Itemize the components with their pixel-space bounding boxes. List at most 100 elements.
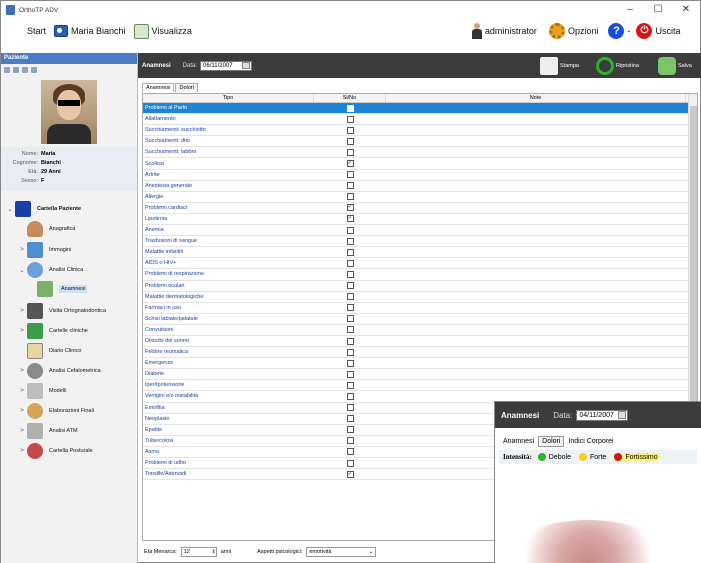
tree-item-anamnesi[interactable]: Anamnesi [37, 281, 88, 297]
exit-menu[interactable]: ⏻ Uscita [633, 20, 683, 42]
tree-item-analisi-clinica[interactable]: ⌄ Analisi Clinica [17, 262, 83, 278]
checkbox[interactable] [346, 226, 354, 234]
table-row[interactable]: AIDS o HIV+ [143, 258, 697, 270]
table-row[interactable]: Scoliosi ✓ [143, 158, 697, 170]
psico-select[interactable]: emotività ⌄ [306, 547, 377, 557]
table-row[interactable]: Trasfusioni di sangue [143, 236, 697, 248]
table-row[interactable]: Allergie [143, 192, 697, 203]
view-menu[interactable]: Visualizza [131, 20, 195, 42]
expander-icon[interactable]: ⌄ [5, 206, 15, 213]
checkbox[interactable] [346, 171, 354, 179]
overlay-tab-anamnesi[interactable]: Anamnesi [499, 436, 538, 447]
table-row[interactable]: Farmaci in uso [143, 303, 697, 314]
checkbox[interactable] [346, 237, 354, 245]
checkbox[interactable] [346, 459, 354, 467]
checkbox[interactable] [346, 370, 354, 378]
table-row[interactable]: Problemi al Parto [143, 103, 697, 115]
expander-icon[interactable]: > [17, 388, 27, 394]
tree-item-analisi-cefalometrica[interactable]: > Analisi Cefalometrica [17, 363, 101, 379]
checkbox[interactable] [346, 392, 354, 400]
checkbox[interactable] [346, 259, 354, 267]
expander-icon[interactable]: > [17, 428, 27, 434]
table-row[interactable]: Lipotimia ✓ [143, 214, 697, 226]
checkbox[interactable] [346, 348, 354, 356]
tree-item-analisi-atm[interactable]: > Analisi ATM [17, 423, 78, 439]
checkbox[interactable] [346, 304, 354, 312]
table-row[interactable]: Succhiamenti: succhiotto [143, 125, 697, 137]
start-menu[interactable]: Start [5, 20, 49, 42]
expander-icon[interactable]: > [17, 328, 27, 334]
checkbox[interactable] [346, 437, 354, 445]
tree-item-elaborazioni-finali[interactable]: > Elaborazioni Finali [17, 403, 94, 419]
calendar-icon[interactable] [618, 411, 627, 419]
expander-icon[interactable]: > [17, 368, 27, 374]
checkbox[interactable] [346, 148, 354, 156]
checkbox-checked[interactable]: ✓ [346, 215, 354, 223]
table-row[interactable]: Problemi cardiaci ✓ [143, 203, 697, 214]
checkbox[interactable] [346, 282, 354, 290]
checkbox[interactable] [346, 315, 354, 323]
table-row[interactable]: Allattamento [143, 114, 697, 126]
checkbox-checked[interactable]: ✓ [346, 204, 354, 212]
checkbox[interactable] [346, 270, 354, 278]
tree-item-modelli[interactable]: > Modelli [17, 383, 66, 399]
intensity-fortissimo[interactable]: Fortissimo [614, 453, 660, 461]
overlay-date-picker[interactable]: 04/11/2007 [576, 409, 629, 421]
table-row[interactable]: Succhiamenti: labbro [143, 147, 697, 159]
checkbox[interactable] [346, 182, 354, 190]
chevron-down-icon[interactable]: ⌄ [369, 548, 374, 556]
tree-item-cartella-posturale[interactable]: > Cartella Posturale [17, 443, 93, 459]
column-header-note[interactable]: Note [386, 94, 686, 102]
expander-icon[interactable]: > [17, 408, 27, 414]
column-header-sino[interactable]: Si/No [314, 94, 386, 102]
close-button[interactable]: ✕ [672, 1, 700, 19]
checkbox[interactable] [346, 381, 354, 389]
table-row[interactable]: Convulsioni [143, 325, 697, 336]
checkbox[interactable] [346, 404, 354, 412]
checkbox[interactable] [346, 126, 354, 134]
tree-item-anagrafica[interactable]: Anagrafica [27, 221, 75, 237]
checkbox[interactable] [346, 326, 354, 334]
checkbox[interactable] [346, 337, 354, 345]
checkbox[interactable] [346, 193, 354, 201]
checkbox-checked[interactable]: ✓ [346, 470, 354, 478]
ear-anatomy-image[interactable] [515, 520, 661, 563]
intensity-forte[interactable]: Forte [578, 453, 606, 461]
edit-icon[interactable] [22, 67, 28, 73]
print-icon[interactable] [4, 67, 10, 73]
save-button[interactable]: Salva [658, 57, 692, 75]
column-header-tipo[interactable]: Tipo [143, 94, 314, 102]
tab-anamnesi[interactable]: Anamnesi [142, 83, 175, 92]
restore-button[interactable]: Ripristina [596, 57, 639, 75]
overlay-tab-indici[interactable]: Indici Corporei [564, 436, 617, 447]
help-menu[interactable]: ? - [605, 20, 633, 42]
table-row[interactable]: Febbre reumatica [143, 347, 697, 359]
tree-item-cartelle-cliniche[interactable]: > Cartelle cliniche [17, 323, 88, 339]
table-row[interactable]: Emergenze [143, 358, 697, 370]
checkbox[interactable] [346, 115, 354, 123]
table-row[interactable]: Anemia [143, 225, 697, 237]
overlay-tab-dolori[interactable]: Dolori [538, 436, 565, 447]
tree-item-diario-clinico[interactable]: Diario Clinico [27, 343, 81, 359]
table-row[interactable]: Anestesia generale [143, 181, 697, 192]
date-picker[interactable]: 06/11/2007 [200, 60, 253, 71]
table-row[interactable]: Succhiamenti: dito [143, 136, 697, 148]
refresh-icon[interactable] [31, 67, 37, 73]
menarca-input[interactable]: 12 ⇕ [180, 547, 217, 557]
table-row[interactable]: Disturbi del sonno [143, 336, 697, 348]
table-row[interactable]: Malattie infantili [143, 247, 697, 259]
spinner-icon[interactable]: ⇕ [212, 548, 216, 556]
table-row[interactable]: Problemi di respirazione [143, 269, 697, 281]
maximize-button[interactable]: ☐ [644, 1, 672, 19]
scrollbar-thumb[interactable] [690, 106, 697, 406]
table-row[interactable]: Malattie dermatologiche [143, 292, 697, 303]
tab-dolori[interactable]: Dolori [175, 83, 198, 92]
tree-item-visita[interactable]: > Visita Ortognatodontica [17, 303, 106, 319]
print-button[interactable]: Stampa [540, 57, 579, 75]
mail-icon[interactable] [13, 67, 19, 73]
checkbox[interactable] [346, 248, 354, 256]
checkbox[interactable] [346, 448, 354, 456]
minimize-button[interactable]: – [616, 1, 644, 19]
checkbox[interactable] [346, 359, 354, 367]
checkbox[interactable] [346, 137, 354, 145]
